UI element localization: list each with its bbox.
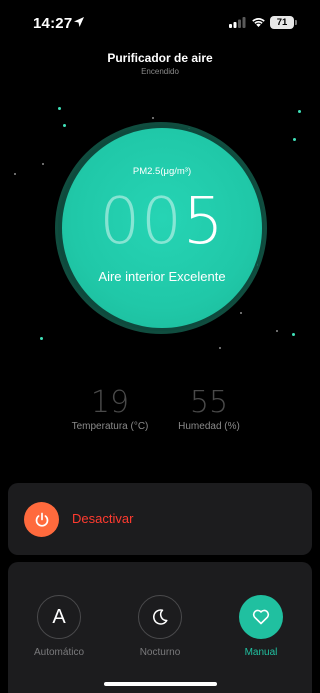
- pm25-value: 005: [62, 186, 262, 258]
- mode-automatic-button[interactable]: A: [37, 595, 81, 639]
- mode-manual-button[interactable]: [239, 595, 283, 639]
- heart-icon: [252, 609, 270, 625]
- air-quality-status: Aire interior Excelente: [98, 269, 226, 284]
- particle-dot: [152, 117, 154, 119]
- particle-dot: [219, 347, 221, 349]
- particle-dot: [14, 173, 16, 175]
- moon-icon: [153, 609, 168, 625]
- home-indicator[interactable]: [104, 682, 217, 686]
- letter-a-icon: A: [52, 605, 66, 628]
- mode-card: A Automático Nocturno Manual: [8, 562, 312, 693]
- location-arrow-icon: [74, 17, 84, 27]
- cellular-signal-icon: [229, 17, 246, 28]
- temperature-value: 19: [90, 385, 130, 420]
- particle-dot: [240, 312, 242, 314]
- mode-automatic-label: Automático: [33, 647, 85, 658]
- particle-dot: [58, 107, 61, 110]
- mode-night-label: Nocturno: [139, 647, 181, 658]
- power-label[interactable]: Desactivar: [72, 511, 133, 526]
- device-title: Purificador de aire: [107, 51, 213, 65]
- power-icon: [35, 512, 48, 527]
- particle-dot: [40, 337, 43, 340]
- power-button[interactable]: [24, 502, 59, 537]
- power-card: Desactivar: [8, 483, 312, 555]
- status-time: 14:27: [33, 15, 73, 32]
- particle-dot: [276, 330, 278, 332]
- pm25-value-digit: 5: [182, 185, 225, 259]
- device-status: Encendido: [141, 67, 179, 76]
- wifi-icon: [252, 18, 265, 27]
- pm25-label: PM2.5(μg/m³): [132, 166, 192, 177]
- particle-dot: [293, 138, 296, 141]
- humidity-label: Humedad (%): [178, 421, 240, 432]
- battery-nub: [295, 20, 297, 25]
- particle-dot: [42, 163, 44, 165]
- mode-night-button[interactable]: [138, 595, 182, 639]
- particle-dot: [63, 124, 66, 127]
- pm25-gauge: PM2.5(μg/m³) 005 Aire interior Excelente: [62, 128, 262, 328]
- humidity-value: 55: [189, 385, 229, 420]
- particle-dot: [292, 333, 295, 336]
- particle-dot: [298, 110, 301, 113]
- battery-indicator: 71: [270, 16, 294, 29]
- status-bar: 14:27 71: [0, 0, 320, 44]
- mode-manual-label: Manual: [244, 647, 278, 658]
- pm25-value-leading-zeros: 00: [99, 185, 183, 259]
